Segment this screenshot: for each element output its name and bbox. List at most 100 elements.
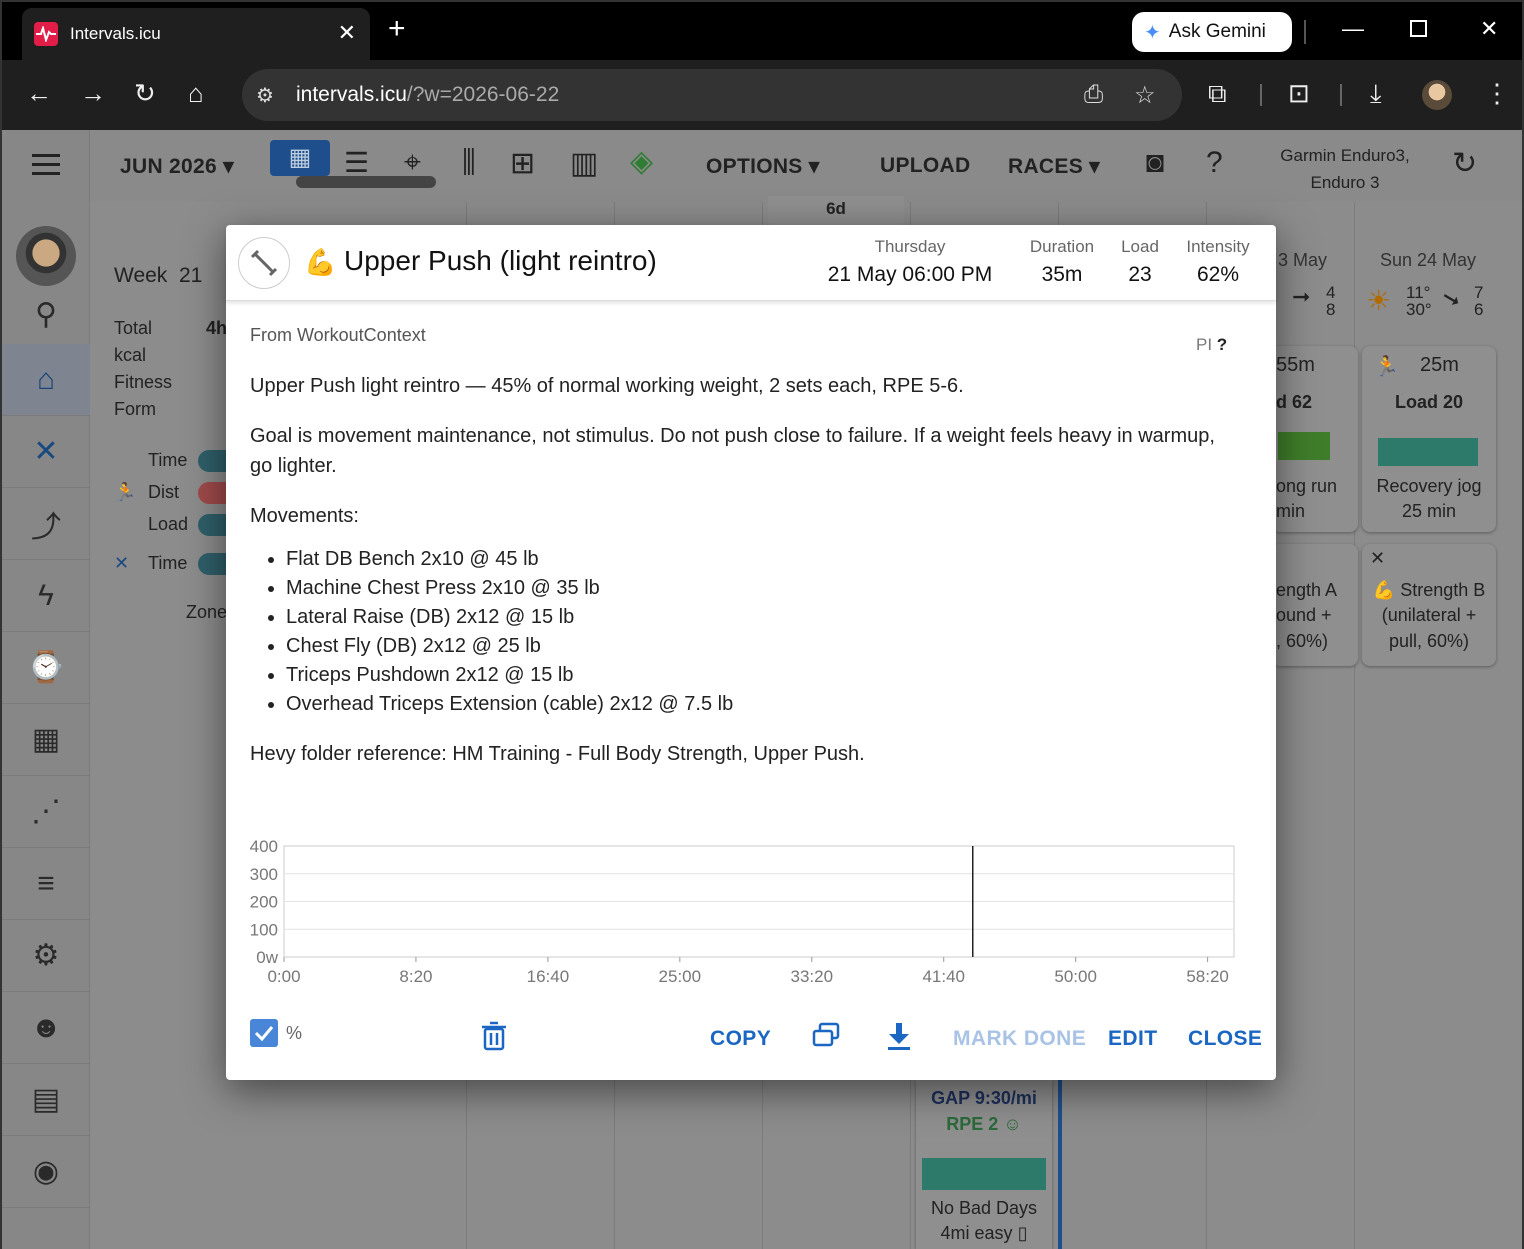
chart-x-tick-label: 58:20 xyxy=(1186,967,1229,986)
intervals-favicon-icon xyxy=(34,22,58,46)
menu-icon[interactable] xyxy=(32,154,60,181)
mark-done-button[interactable]: MARK DONE xyxy=(953,1027,1086,1051)
app-toolbar: JUN 2026 ▾ ▦ ☰ ⌖ ⫼ ⊞ ▥ ◈ OPTIONS ▾ UPLOA… xyxy=(90,130,1522,202)
sun-icon: ☀ xyxy=(1366,285,1392,316)
trend-icon[interactable]: ⤴ xyxy=(2,488,90,560)
sunday-header: Sun 24 May xyxy=(1380,250,1477,270)
browser-tab-bar: Intervals.icu ✕ + ✦ Ask Gemini — ✕ xyxy=(0,0,1524,62)
dist-label: Dist xyxy=(148,482,179,502)
chart-x-tick-label: 0:00 xyxy=(267,967,300,986)
dialog-footer: % COPY MARK DONE EDIT CLOSE xyxy=(226,1015,1276,1065)
strength-small-icon: ✕ xyxy=(114,553,130,573)
back-icon[interactable]: ← xyxy=(26,80,52,106)
toolbar-divider xyxy=(1340,84,1342,106)
chart-x-tick-label: 8:20 xyxy=(399,967,432,986)
discord-icon[interactable]: ◉ xyxy=(2,1136,90,1208)
sunday-wind: 76 xyxy=(1474,283,1484,319)
power-icon[interactable]: ϟ xyxy=(2,560,90,632)
edit-button[interactable]: EDIT xyxy=(1108,1027,1157,1051)
movement-item: Lateral Raise (DB) 2x12 @ 15 lb xyxy=(286,603,1240,632)
calendar-history-icon[interactable]: ▦ xyxy=(2,704,90,776)
sync-logo-icon[interactable]: ◈ xyxy=(630,144,653,179)
workout-intensity: Intensity 62% xyxy=(1186,237,1250,286)
today-marker xyxy=(1058,1080,1062,1249)
watch-icon[interactable]: ⌚ xyxy=(2,632,90,704)
download-icon[interactable] xyxy=(886,1021,912,1056)
movement-item: Triceps Pushdown 2x12 @ 15 lb xyxy=(286,661,1240,690)
chat-icon[interactable]: ▤ xyxy=(2,1064,90,1136)
browser-toolbar: ← → ↻ ⌂ ⚙ intervals.icu/?w=2026-06-22 ⎙ … xyxy=(0,60,1524,130)
sunday-temps: 11° 30° xyxy=(1406,283,1432,319)
home-icon[interactable]: ⌂ xyxy=(188,80,204,106)
ask-gemini-label: Ask Gemini xyxy=(1168,21,1266,42)
upload-button[interactable]: UPLOAD xyxy=(880,154,970,178)
help-icon[interactable]: ? xyxy=(1206,146,1223,180)
saturday-header: 3 May xyxy=(1278,250,1328,270)
forward-icon[interactable]: → xyxy=(80,80,106,106)
workout-power-chart[interactable]: 400 300 200 100 0w0:00 8:20 16:40 25:00 33:20 41:… xyxy=(226,830,1276,1000)
profile-avatar[interactable] xyxy=(1422,80,1452,110)
total-label: Total xyxy=(114,318,153,338)
workout-source: From WorkoutContext xyxy=(250,325,426,345)
chart-x-tick-label: 33:20 xyxy=(791,967,834,986)
browser-menu-icon[interactable]: ⋮ xyxy=(1484,80,1510,106)
reload-icon[interactable]: ↻ xyxy=(134,80,156,106)
add-calendar-icon[interactable]: ⊞ xyxy=(510,146,535,181)
delete-icon[interactable] xyxy=(480,1021,508,1056)
sunday-strength-card[interactable]: ✕ 💪 Strength B (unilateral + pull, 60%) xyxy=(1362,544,1496,666)
fitness-label: Fitness xyxy=(114,372,173,392)
saturday-strength-card[interactable]: ength A ound + , 60%) xyxy=(1272,544,1358,666)
device-status: Garmin Enduro3, Enduro 3 xyxy=(1280,146,1410,192)
close-button[interactable]: CLOSE xyxy=(1188,1027,1262,1051)
tab-search-icon[interactable]: ⊡ xyxy=(1288,80,1310,106)
copy-button[interactable]: COPY xyxy=(710,1027,771,1051)
duplicate-icon[interactable] xyxy=(810,1021,842,1056)
library-icon[interactable]: ▥ xyxy=(570,146,598,181)
pi-indicator[interactable]: PI ? xyxy=(1196,335,1227,355)
sunday-run-card[interactable]: 🏃 25m Load 20 Recovery jog 25 min xyxy=(1362,346,1496,532)
window-close-icon[interactable]: ✕ xyxy=(1480,16,1498,42)
settings-icon[interactable]: ⚙ xyxy=(2,920,90,992)
workout-title: Upper Push (light reintro) xyxy=(344,245,657,276)
home-icon[interactable]: ⌂ xyxy=(2,344,90,416)
minimize-icon[interactable]: — xyxy=(1342,16,1364,42)
description-paragraph: Hevy folder reference: HM Training - Ful… xyxy=(250,743,865,765)
maximize-icon[interactable] xyxy=(1410,18,1428,44)
chart-y-tick-label: 0w xyxy=(256,948,278,967)
charts-icon[interactable]: ⋰ xyxy=(2,776,90,848)
calendar-view-icon[interactable]: ▦ xyxy=(270,140,330,176)
saturday-run-card[interactable]: 55m d 62 ong run min xyxy=(1272,346,1358,532)
activity-search-icon[interactable]: ≡ xyxy=(2,848,90,920)
tools-icon[interactable]: ⫼ xyxy=(462,146,476,180)
load-bar xyxy=(1278,432,1330,460)
site-info-icon[interactable]: ⚙ xyxy=(256,83,274,108)
refresh-icon[interactable]: ↻ xyxy=(1452,146,1477,181)
bookmark-star-icon[interactable]: ☆ xyxy=(1134,81,1156,110)
target-icon[interactable]: ⌖ xyxy=(404,146,421,180)
download-icon[interactable]: ⤓ xyxy=(1370,80,1382,106)
ask-gemini-button[interactable]: ✦ Ask Gemini xyxy=(1132,12,1292,52)
thursday-run-card[interactable]: GAP 9:30/mi RPE 2 ☺ No Bad Days 4mi easy… xyxy=(916,1080,1052,1249)
races-menu[interactable]: RACES ▾ xyxy=(1008,154,1100,179)
list-view-icon[interactable]: ☰ xyxy=(344,146,369,179)
workout-description: Upper Push light reintro — 45% of normal… xyxy=(250,371,1240,789)
search-icon[interactable]: ⚲ xyxy=(2,284,90,344)
camera-icon[interactable]: ◙ xyxy=(1146,146,1164,180)
browser-tab[interactable]: Intervals.icu ✕ xyxy=(22,8,370,62)
new-tab-icon[interactable]: + xyxy=(388,14,406,44)
install-app-icon[interactable]: ⎙ xyxy=(1084,81,1103,109)
options-menu[interactable]: OPTIONS ▾ xyxy=(706,154,820,179)
strength-icon[interactable]: ✕ xyxy=(2,416,90,488)
view-scrollbar[interactable] xyxy=(296,176,436,188)
extensions-icon[interactable]: ⧉ xyxy=(1208,80,1227,106)
month-selector[interactable]: JUN 2026 ▾ xyxy=(120,154,234,179)
tab-close-icon[interactable]: ✕ xyxy=(338,20,356,46)
people-icon[interactable]: ☻ xyxy=(2,992,90,1064)
strength-type-icon[interactable] xyxy=(238,237,290,289)
percent-checkbox[interactable] xyxy=(250,1019,278,1047)
description-paragraph: Goal is movement maintenance, not stimul… xyxy=(250,425,1215,477)
address-bar[interactable]: ⚙ intervals.icu/?w=2026-06-22 ⎙ ☆ xyxy=(242,69,1182,121)
user-avatar[interactable] xyxy=(16,226,76,286)
wind-arrow-icon: ➞ xyxy=(1292,284,1311,309)
chart-x-tick-label: 41:40 xyxy=(922,967,965,986)
